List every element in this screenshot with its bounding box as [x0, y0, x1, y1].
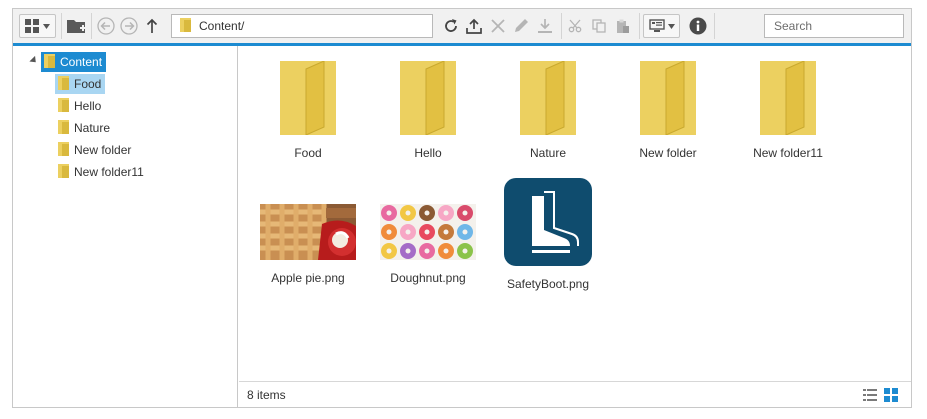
folder-icon — [180, 17, 191, 35]
folder-large-icon — [760, 60, 816, 138]
tree-item-hello[interactable]: Hello — [58, 96, 101, 116]
toolbar-separator — [639, 13, 640, 39]
tree-item-label: Hello — [74, 99, 102, 113]
folder-large-icon — [280, 60, 336, 138]
address-path: Content/ — [199, 19, 245, 33]
folder-icon — [58, 119, 69, 137]
upload-button[interactable] — [463, 14, 485, 38]
folder-item-food[interactable]: Food — [256, 60, 360, 160]
status-bar: 8 items — [239, 381, 911, 407]
large-icons-view-icon[interactable] — [884, 388, 898, 402]
folder-icon — [58, 163, 69, 181]
folder-icon — [44, 53, 55, 71]
pencil-icon — [513, 18, 529, 34]
refresh-icon — [443, 18, 459, 34]
folder-item-hello[interactable]: Hello — [376, 60, 480, 160]
folder-icon — [58, 75, 69, 93]
tree-item-new-folder11[interactable]: New folder11 — [58, 162, 144, 182]
file-item-apple-pie[interactable]: Apple pie.png — [256, 204, 360, 285]
tree-item-label: Content — [60, 55, 103, 69]
apple-pie-thumbnail — [260, 204, 356, 263]
grid-icon — [25, 19, 39, 33]
monitor-icon — [648, 19, 665, 33]
toolbar-separator — [714, 13, 715, 39]
toolbar: Content/ — [13, 9, 911, 43]
details-pane-button[interactable] — [643, 14, 680, 38]
tree-item-content[interactable]: Content — [41, 52, 107, 72]
copy-button[interactable] — [588, 14, 610, 38]
file-item-safety-boot[interactable]: SafetyBoot.png — [496, 178, 600, 291]
file-manager: Content/ Search Content Food Hello Natur… — [12, 8, 912, 408]
item-name: Food — [294, 146, 322, 160]
delete-button[interactable] — [487, 14, 509, 38]
file-item-doughnut[interactable]: Doughnut.png — [376, 204, 480, 285]
paste-button[interactable] — [612, 14, 634, 38]
rename-button[interactable] — [510, 14, 532, 38]
scissors-icon — [568, 19, 582, 33]
arrow-up-icon — [146, 18, 158, 34]
tree-item-nature[interactable]: Nature — [58, 118, 110, 138]
doughnut-thumbnail — [380, 204, 476, 263]
info-button[interactable] — [687, 14, 709, 38]
tree-item-label: Nature — [74, 121, 111, 135]
folder-large-icon — [400, 60, 456, 138]
paste-icon — [616, 19, 630, 34]
details-view-icon[interactable] — [863, 388, 877, 402]
arrow-right-circle-icon — [120, 17, 138, 35]
item-name: Nature — [529, 146, 567, 160]
folder-icon — [58, 141, 69, 159]
item-name: New folder11 — [753, 146, 823, 160]
chevron-down-icon — [43, 23, 50, 29]
folder-item-nature[interactable]: Nature — [496, 60, 600, 160]
tree-item-label: New folder — [74, 143, 132, 157]
folder-item-new-folder[interactable]: New folder — [616, 60, 720, 160]
item-name: Apple pie.png — [271, 271, 345, 285]
cut-button[interactable] — [564, 14, 586, 38]
upload-icon — [466, 18, 482, 34]
tree-item-food[interactable]: Food — [55, 74, 106, 94]
folder-large-icon — [520, 60, 576, 138]
item-name: Doughnut.png — [390, 271, 466, 285]
file-list: Food Hello Nature New folder New folder1 — [239, 46, 911, 381]
view-mode-button[interactable] — [19, 14, 56, 38]
download-button[interactable] — [534, 14, 556, 38]
new-folder-button[interactable] — [65, 14, 89, 38]
tree-item-label: New folder11 — [74, 165, 144, 179]
toolbar-separator — [91, 13, 92, 39]
tree-item-new-folder[interactable]: New folder — [58, 140, 131, 160]
up-button[interactable] — [142, 14, 162, 38]
copy-icon — [592, 19, 606, 33]
back-button[interactable] — [95, 14, 117, 38]
refresh-button[interactable] — [440, 14, 462, 38]
item-name: SafetyBoot.png — [506, 277, 590, 291]
chevron-down-icon — [667, 23, 675, 29]
search-input[interactable] — [764, 14, 904, 38]
tree-expander-icon[interactable] — [29, 55, 39, 66]
item-name: Hello — [414, 146, 442, 160]
folder-large-icon — [640, 60, 696, 138]
item-count: 8 items — [247, 388, 286, 402]
toolbar-separator — [561, 13, 562, 39]
item-name: New folder — [639, 146, 697, 160]
toolbar-separator — [61, 13, 62, 39]
safety-boot-thumbnail — [504, 178, 592, 269]
arrow-left-circle-icon — [97, 17, 115, 35]
close-icon — [491, 19, 505, 33]
download-icon — [537, 18, 553, 34]
folder-tree: Content Food Hello Nature New folder New… — [13, 46, 238, 407]
new-folder-icon — [67, 18, 87, 34]
folder-item-new-folder11[interactable]: New folder11 — [736, 60, 840, 160]
info-icon — [689, 17, 707, 35]
forward-button[interactable] — [118, 14, 140, 38]
tree-item-label: Food — [74, 77, 102, 91]
address-bar[interactable]: Content/ — [171, 14, 433, 38]
folder-icon — [58, 97, 69, 115]
